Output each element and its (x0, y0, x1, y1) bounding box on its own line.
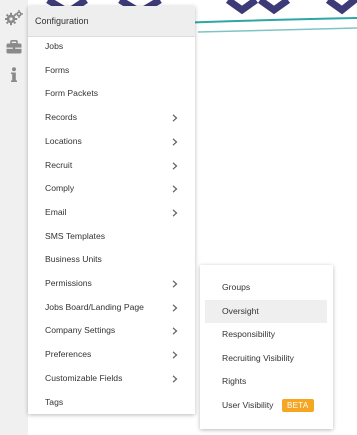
submenu-item-user-visibility[interactable]: User Visibility BETA (205, 394, 327, 418)
beta-badge: BETA (282, 399, 314, 412)
submenu-item-oversight[interactable]: Oversight (205, 299, 327, 324)
submenu-item-label: User Visibility (222, 400, 274, 410)
chevron-right-icon (172, 304, 178, 312)
chevron-right-icon (172, 327, 178, 336)
chevron-right-icon (172, 114, 178, 122)
menu-item-forms[interactable]: Forms (28, 59, 195, 83)
submenu-item-rights[interactable]: Rights (205, 370, 327, 394)
chevron-right-icon (172, 351, 178, 359)
chevron-right-icon (172, 280, 178, 288)
menu-item-sms-templates[interactable]: SMS Templates (28, 225, 195, 249)
configuration-menu-header[interactable]: Configuration (28, 6, 195, 37)
menu-item-company-settings[interactable]: Company Settings (28, 319, 195, 343)
menu-item-permissions[interactable]: Permissions (28, 272, 195, 296)
menu-item-jobs-board-landing-page[interactable]: Jobs Board/Landing Page (28, 296, 195, 320)
submenu-item-groups[interactable]: Groups (205, 276, 327, 300)
menu-item-label: Permissions (45, 278, 92, 288)
menu-item-label: Form Packets (45, 88, 99, 99)
menu-item-records[interactable]: Records (28, 106, 195, 130)
chevron-right-icon (172, 209, 178, 217)
menu-item-label: Recruit (45, 159, 73, 170)
menu-item-business-units[interactable]: Business Units (28, 248, 195, 272)
submenu-item-label: Oversight (222, 305, 259, 316)
configuration-menu: Configuration Jobs Forms Form Packets Re… (28, 6, 195, 414)
menu-item-label: SMS Templates (45, 230, 106, 241)
briefcase-icon[interactable] (5, 38, 23, 56)
menu-item-label: Locations (45, 135, 82, 146)
chevron-right-icon (172, 138, 178, 146)
submenu-item-label: Responsibility (222, 329, 276, 340)
menu-item-customizable-fields[interactable]: Customizable Fields (28, 367, 195, 391)
chevron-right-icon (172, 375, 178, 383)
app-root: Configuration Jobs Forms Form Packets Re… (0, 0, 357, 435)
menu-item-label: Customizable Fields (45, 372, 123, 383)
gears-icon[interactable] (5, 9, 23, 27)
submenu-item-label: Groups (222, 282, 251, 292)
menu-item-comply[interactable]: Comply (28, 177, 195, 201)
menu-item-email[interactable]: Email (28, 201, 195, 225)
menu-item-label: Comply (45, 183, 75, 194)
configuration-menu-title: Configuration (35, 16, 89, 26)
info-icon[interactable] (5, 66, 23, 84)
chevron-right-icon (172, 185, 178, 193)
chevron-right-icon (172, 161, 178, 170)
menu-item-tags[interactable]: Tags (28, 391, 195, 415)
submenu-item-responsibility[interactable]: Responsibility (205, 323, 327, 347)
icon-rail (0, 0, 28, 435)
menu-item-label: Preferences (45, 349, 92, 360)
permissions-submenu: Groups Oversight Responsibility Recruiti… (200, 265, 333, 429)
menu-item-preferences[interactable]: Preferences (28, 343, 195, 367)
submenu-item-label: Rights (222, 376, 247, 387)
menu-item-recruit[interactable]: Recruit (28, 154, 195, 178)
menu-item-form-packets[interactable]: Form Packets (28, 82, 195, 106)
menu-item-label: Forms (45, 64, 70, 75)
menu-item-label: Records (45, 112, 77, 123)
menu-item-label: Business Units (45, 254, 102, 265)
submenu-item-label: Recruiting Visibility (222, 352, 294, 363)
menu-item-label: Company Settings (45, 325, 116, 336)
menu-item-label: Jobs Board/Landing Page (45, 301, 144, 312)
menu-item-jobs[interactable]: Jobs (28, 35, 195, 59)
submenu-item-recruiting-visibility[interactable]: Recruiting Visibility (205, 347, 327, 371)
menu-item-label: Email (45, 206, 67, 217)
menu-item-locations[interactable]: Locations (28, 130, 195, 154)
menu-item-label: Tags (45, 396, 64, 407)
menu-item-label: Jobs (45, 41, 64, 51)
